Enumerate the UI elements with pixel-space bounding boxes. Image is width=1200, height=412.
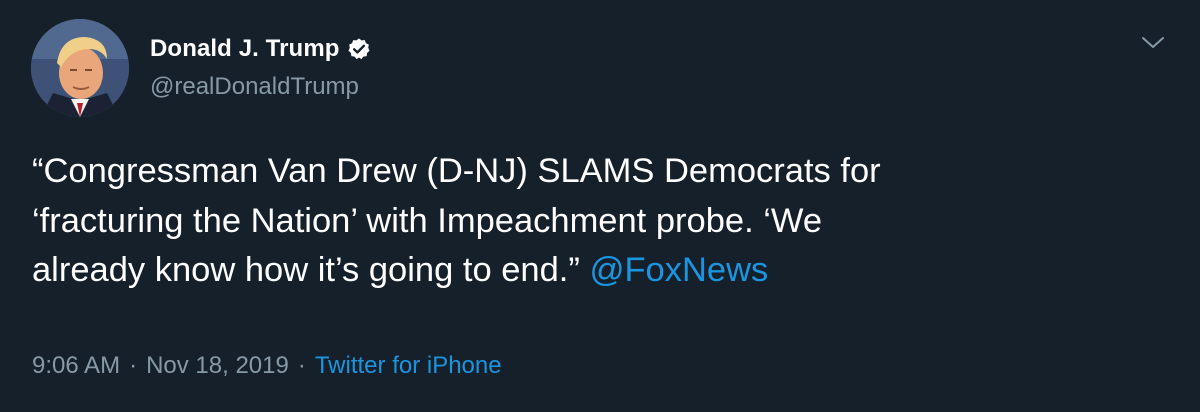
tweet-date[interactable]: Nov 18, 2019 (146, 352, 289, 379)
avatar[interactable] (31, 19, 129, 117)
tweet-source-link[interactable]: Twitter for iPhone (315, 352, 502, 379)
meta-separator: · (297, 352, 306, 379)
tweet-text: “Congressman Van Drew (D-NJ) SLAMS Democ… (32, 147, 1172, 296)
meta-separator: · (129, 352, 138, 379)
author-display-name[interactable]: Donald J. Trump (150, 35, 340, 63)
tweet-text-line: ‘fracturing the Nation’ with Impeachment… (32, 201, 823, 240)
tweet-time[interactable]: 9:06 AM (32, 352, 120, 379)
avatar-image (31, 19, 129, 117)
tweet-card: Donald J. Trump @realDonaldTrump “Congre… (0, 0, 1200, 412)
tweet-meta: 9:06 AM · Nov 18, 2019 · Twitter for iPhone (32, 352, 502, 380)
mention-link[interactable]: @FoxNews (589, 251, 768, 289)
chevron-down-icon[interactable] (1140, 30, 1166, 56)
author-name-row: Donald J. Trump (150, 33, 371, 65)
verified-badge-icon (347, 37, 371, 61)
tweet-text-line: already know how it’s going to end.” @Fo… (32, 246, 1172, 296)
tweet-text-line: “Congressman Van Drew (D-NJ) SLAMS Democ… (32, 152, 881, 190)
author-handle[interactable]: @realDonaldTrump (150, 73, 359, 101)
tweet-text-segment: already know how it’s going to end.” (32, 251, 580, 289)
